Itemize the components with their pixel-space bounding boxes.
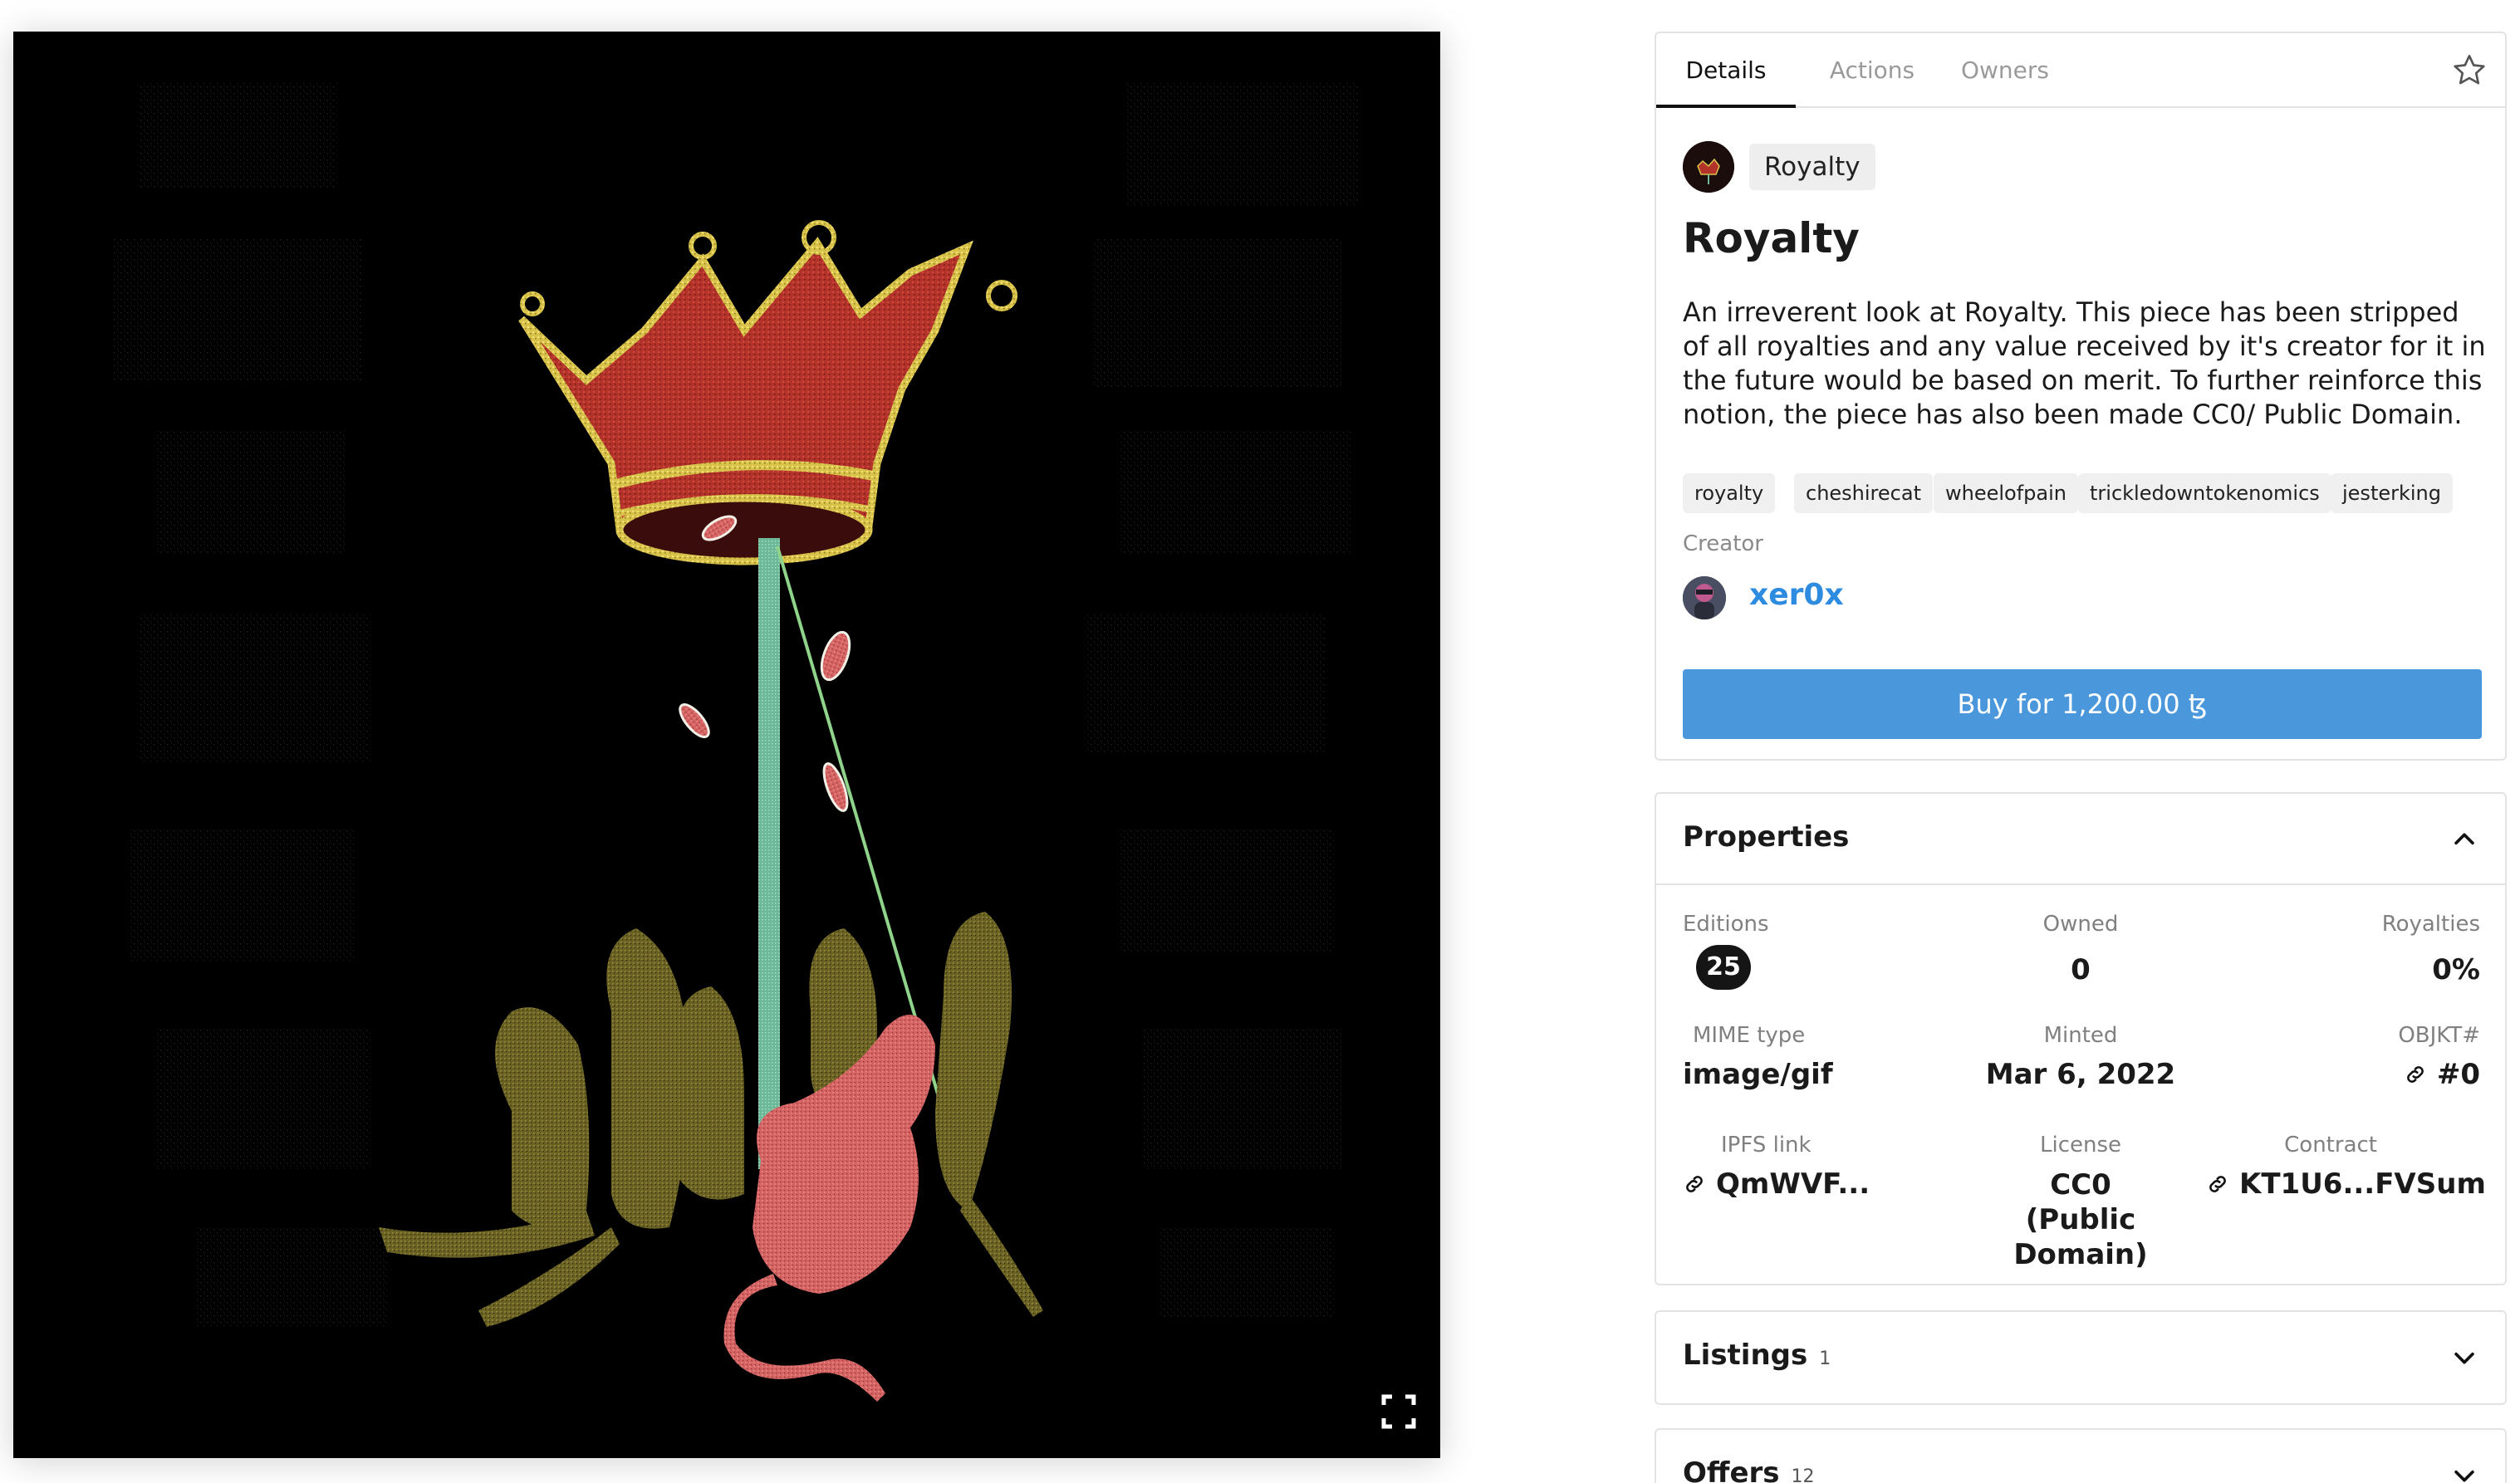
creator-avatar-image [1683, 576, 1726, 619]
collection-name-badge[interactable]: Royalty [1749, 144, 1875, 190]
prop-label: IPFS link [1721, 1133, 1812, 1158]
tag-royalty[interactable]: royalty [1683, 473, 1776, 513]
tab-bar: Details Actions Owners [1656, 33, 2505, 108]
prop-value: QmWVF... [1716, 1167, 1870, 1201]
artwork-image [113, 81, 1359, 1402]
properties-header[interactable]: Properties [1656, 794, 2505, 885]
listings-count: 1 [1819, 1348, 1831, 1369]
offers-title: Offers 12 [1683, 1456, 1815, 1483]
prop-owned: Owned 0 [1944, 912, 2218, 986]
prop-label: Royalties [2381, 912, 2480, 937]
prop-label: License [2039, 1133, 2122, 1158]
prop-value: Mar 6, 2022 [1985, 1058, 2176, 1091]
objkt-link[interactable]: #0 [2206, 1058, 2480, 1091]
offers-label: Offers [1683, 1456, 1780, 1483]
tag-wheelofpain[interactable]: wheelofpain [1934, 473, 2078, 513]
buy-button[interactable]: Buy for 1,200.00 ꜩ [1683, 669, 2482, 739]
prop-contract: Contract KT1U6...FVSum [2206, 1133, 2486, 1201]
artwork-frame [13, 32, 1440, 1458]
tab-owners[interactable]: Owners [1947, 33, 2063, 108]
prop-value: image/gif [1683, 1058, 1833, 1091]
listings-section[interactable]: Listings 1 [1655, 1310, 2507, 1405]
chevron-down-icon[interactable] [2450, 1461, 2478, 1483]
listings-title: Listings 1 [1683, 1339, 1831, 1372]
prop-objkt: OBJKT# #0 [2206, 1023, 2480, 1091]
prop-label: MIME type [1693, 1023, 1806, 1048]
prop-license: License CC0 (Public Domain) [1944, 1133, 2218, 1272]
ipfs-link[interactable]: QmWVF... [1683, 1167, 1957, 1201]
prop-value: KT1U6...FVSum [2239, 1167, 2486, 1201]
prop-label: Owned [2042, 912, 2119, 937]
creator-label: Creator [1683, 531, 1763, 556]
collection-crown-icon [1683, 141, 1734, 193]
item-description: An irreverent look at Royalty. This piec… [1683, 296, 2486, 430]
listings-label: Listings [1683, 1339, 1808, 1372]
link-icon [2406, 1066, 2424, 1083]
prop-label: Contract [2284, 1133, 2377, 1158]
offers-count: 12 [1791, 1466, 1815, 1483]
tag-list: royalty cheshirecat wheelofpain trickled… [1683, 473, 2497, 515]
collection-avatar[interactable] [1683, 141, 1734, 193]
favorite-star-icon[interactable] [2450, 51, 2488, 90]
chevron-up-icon[interactable] [2450, 825, 2478, 854]
link-icon [1686, 1176, 1703, 1192]
prop-value: 0 [2071, 953, 2091, 986]
prop-value: CC0 (Public Domain) [2013, 1168, 2148, 1271]
properties-section: Properties Editions 25 Owned 0 Royalties… [1655, 792, 2507, 1285]
contract-link[interactable]: KT1U6...FVSum [2206, 1167, 2486, 1201]
prop-minted: Minted Mar 6, 2022 [1944, 1023, 2218, 1091]
creator-name-link[interactable]: xer0x [1749, 578, 1844, 612]
properties-title: Properties [1683, 820, 1850, 854]
fullscreen-icon[interactable] [1380, 1393, 1417, 1430]
link-icon [2209, 1176, 2226, 1192]
editions-badge: 25 [1696, 945, 1751, 990]
prop-label: Editions [1683, 912, 1769, 937]
prop-ipfs-link: IPFS link QmWVF... [1683, 1133, 1957, 1201]
tag-jesterking[interactable]: jesterking [2331, 473, 2453, 513]
prop-label: Minted [2043, 1023, 2118, 1048]
tag-cheshirecat[interactable]: cheshirecat [1794, 473, 1933, 513]
tag-trickledowntokenomics[interactable]: trickledowntokenomics [2078, 473, 2331, 513]
item-title: Royalty [1683, 214, 1860, 262]
chevron-down-icon[interactable] [2450, 1344, 2478, 1372]
creator-avatar[interactable] [1683, 576, 1726, 619]
details-panel: Details Actions Owners Royalty Royalty A… [1655, 32, 2507, 761]
prop-value: #0 [2436, 1058, 2480, 1091]
offers-section[interactable]: Offers 12 [1655, 1428, 2507, 1483]
prop-editions: Editions 25 [1683, 912, 1957, 990]
prop-royalties: Royalties 0% [2206, 912, 2480, 986]
prop-value: 0% [2432, 953, 2480, 986]
prop-mime-type: MIME type image/gif [1683, 1023, 1957, 1091]
tab-details[interactable]: Details [1656, 33, 1796, 108]
tab-actions[interactable]: Actions [1814, 33, 1930, 108]
prop-label: OBJKT# [2398, 1023, 2480, 1048]
